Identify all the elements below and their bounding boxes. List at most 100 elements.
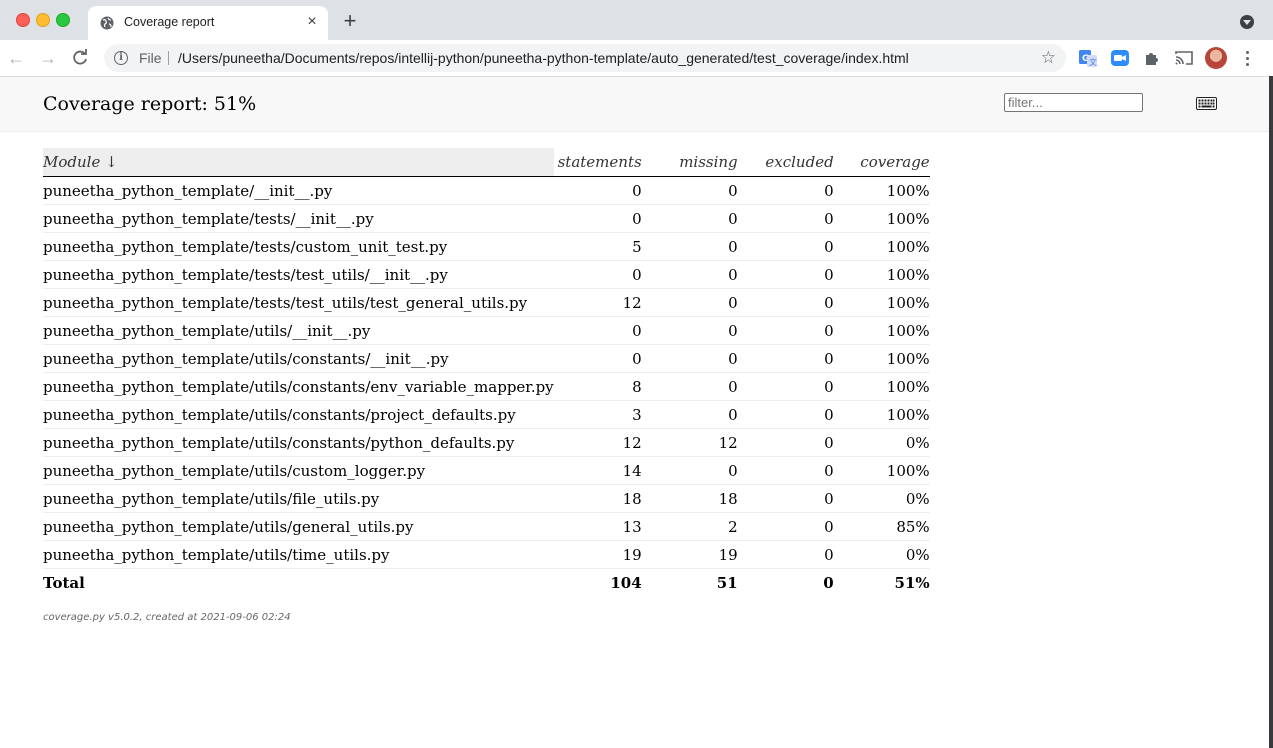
excluded-cell: 0 <box>737 288 834 317</box>
forward-button[interactable]: → <box>38 48 58 68</box>
translate-extension-icon[interactable]: G 文 <box>1078 48 1098 68</box>
keyboard-icon[interactable] <box>1196 97 1217 110</box>
url-text[interactable]: /Users/puneetha/Documents/repos/intellij… <box>178 50 909 66</box>
new-tab-button[interactable]: + <box>340 10 360 32</box>
bookmark-star-icon[interactable]: ☆ <box>1041 48 1056 68</box>
missing-cell: 0 <box>641 372 738 401</box>
close-window-button[interactable] <box>16 13 30 27</box>
statements-cell: 0 <box>553 344 642 373</box>
coverage-cell: 100% <box>833 372 930 401</box>
statements-cell: 0 <box>553 316 642 345</box>
reload-icon[interactable] <box>70 48 90 68</box>
coverage-table: Module ↓ statements missing excluded cov… <box>43 148 930 597</box>
coverage-cell: 0% <box>833 428 930 457</box>
module-link[interactable]: puneetha_python_template/utils/constants… <box>43 428 554 457</box>
module-link[interactable]: puneetha_python_template/tests/custom_un… <box>43 232 554 261</box>
column-header-coverage[interactable]: coverage <box>833 148 930 177</box>
table-row: puneetha_python_template/tests/test_util… <box>43 260 930 289</box>
excluded-cell: 0 <box>737 400 834 429</box>
module-link[interactable]: puneetha_python_template/tests/test_util… <box>43 260 554 289</box>
excluded-cell: 0 <box>737 316 834 345</box>
table-row: puneetha_python_template/utils/constants… <box>43 428 930 457</box>
more-menu-icon[interactable] <box>1240 48 1256 68</box>
footer-note: coverage.py v5.0.2, created at 2021-09-0… <box>43 612 291 623</box>
report-header: Coverage report: 51% <box>0 77 1269 132</box>
close-tab-icon[interactable]: × <box>304 14 320 30</box>
table-row: puneetha_python_template/tests/custom_un… <box>43 232 930 261</box>
filter-input[interactable] <box>1004 93 1143 112</box>
missing-cell: 0 <box>641 456 738 485</box>
statements-cell: 18 <box>553 484 642 513</box>
file-label: File <box>139 50 162 66</box>
statements-cell: 0 <box>553 204 642 233</box>
tab-title: Coverage report <box>124 15 215 29</box>
module-link[interactable]: puneetha_python_template/utils/time_util… <box>43 540 554 569</box>
module-link[interactable]: puneetha_python_template/utils/constants… <box>43 344 554 373</box>
module-link[interactable]: puneetha_python_template/tests/test_util… <box>43 288 554 317</box>
excluded-cell: 0 <box>737 456 834 485</box>
excluded-cell: 0 <box>737 344 834 373</box>
module-link[interactable]: puneetha_python_template/utils/general_u… <box>43 512 554 541</box>
missing-cell: 0 <box>641 260 738 289</box>
excluded-cell: 0 <box>737 260 834 289</box>
address-bar[interactable]: i File /Users/puneetha/Documents/repos/i… <box>104 44 1066 72</box>
module-link[interactable]: puneetha_python_template/utils/constants… <box>43 372 554 401</box>
module-link[interactable]: puneetha_python_template/utils/file_util… <box>43 484 554 513</box>
table-row: puneetha_python_template/utils/constants… <box>43 400 930 429</box>
excluded-cell: 0 <box>737 232 834 261</box>
total-statements: 104 <box>610 574 642 592</box>
column-header-excluded[interactable]: excluded <box>737 148 834 177</box>
table-row: puneetha_python_template/utils/constants… <box>43 372 930 401</box>
module-link[interactable]: puneetha_python_template/__init__.py <box>43 176 554 205</box>
table-row: puneetha_python_template/utils/general_u… <box>43 512 930 541</box>
table-row: puneetha_python_template/tests/__init__.… <box>43 204 930 233</box>
module-link[interactable]: puneetha_python_template/utils/constants… <box>43 400 554 429</box>
info-icon[interactable]: i <box>114 51 128 65</box>
table-row: puneetha_python_template/utils/file_util… <box>43 484 930 513</box>
total-row: Total 104 51 0 51% <box>43 569 930 598</box>
table-row: puneetha_python_template/tests/test_util… <box>43 288 930 317</box>
statements-cell: 19 <box>553 540 642 569</box>
coverage-cell: 100% <box>833 316 930 345</box>
column-header-statements[interactable]: statements <box>553 148 642 177</box>
table-row: puneetha_python_template/utils/custom_lo… <box>43 456 930 485</box>
coverage-cell: 100% <box>833 456 930 485</box>
total-coverage: 51% <box>894 574 930 592</box>
column-header-module[interactable]: Module ↓ <box>43 148 554 177</box>
statements-cell: 0 <box>553 260 642 289</box>
back-button[interactable]: ← <box>6 48 26 68</box>
missing-cell: 2 <box>641 512 738 541</box>
window-edge <box>1269 76 1273 748</box>
missing-cell: 0 <box>641 316 738 345</box>
column-header-missing[interactable]: missing <box>641 148 738 177</box>
extensions-puzzle-icon[interactable] <box>1142 48 1162 68</box>
coverage-cell: 100% <box>833 176 930 205</box>
module-link[interactable]: puneetha_python_template/tests/__init__.… <box>43 204 554 233</box>
module-link[interactable]: puneetha_python_template/utils/__init__.… <box>43 316 554 345</box>
profile-avatar[interactable] <box>1205 47 1227 69</box>
total-excluded: 0 <box>823 574 834 592</box>
module-link[interactable]: puneetha_python_template/utils/custom_lo… <box>43 456 554 485</box>
missing-cell: 0 <box>641 288 738 317</box>
svg-text:文: 文 <box>1089 57 1097 67</box>
minimize-window-button[interactable] <box>36 13 50 27</box>
tab-search-icon[interactable] <box>1240 15 1254 29</box>
missing-cell: 0 <box>641 176 738 205</box>
zoom-window-button[interactable] <box>56 13 70 27</box>
excluded-cell: 0 <box>737 484 834 513</box>
divider <box>168 51 169 65</box>
browser-tab[interactable]: Coverage report × <box>88 6 328 40</box>
excluded-cell: 0 <box>737 204 834 233</box>
cast-icon[interactable] <box>1174 48 1194 68</box>
coverage-cell: 100% <box>833 260 930 289</box>
excluded-cell: 0 <box>737 176 834 205</box>
coverage-cell: 100% <box>833 288 930 317</box>
missing-cell: 0 <box>641 400 738 429</box>
excluded-cell: 0 <box>737 428 834 457</box>
zoom-extension-icon[interactable] <box>1110 48 1130 68</box>
total-missing: 51 <box>716 574 738 592</box>
coverage-cell: 100% <box>833 344 930 373</box>
tab-strip: Coverage report × + <box>0 0 1273 40</box>
missing-cell: 18 <box>641 484 738 513</box>
missing-cell: 0 <box>641 344 738 373</box>
